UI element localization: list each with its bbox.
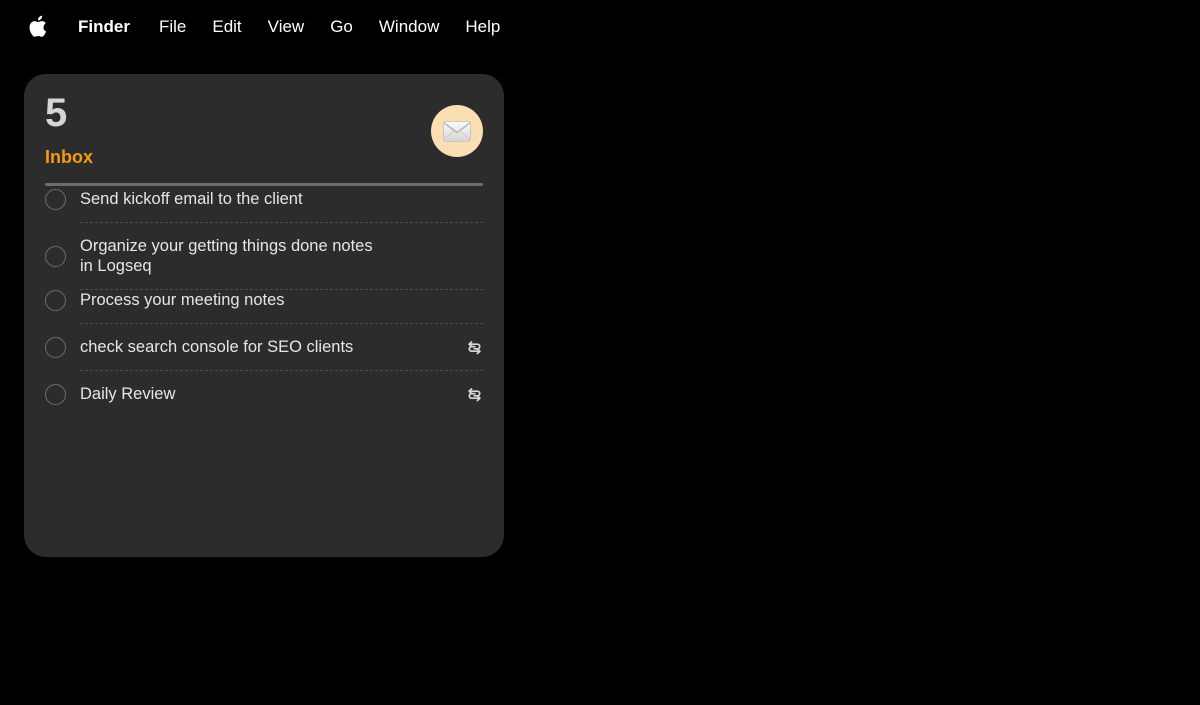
task-label: Process your meeting notes <box>80 290 285 310</box>
task-row[interactable]: Process your meeting notes <box>45 290 483 337</box>
task-row[interactable]: check search console for SEO clients <box>45 337 483 384</box>
task-separator <box>80 370 483 371</box>
task-separator <box>80 323 483 324</box>
menu-bar: Finder File Edit View Go Window Help <box>0 0 1200 52</box>
widget-header: 5 Inbox <box>45 74 483 186</box>
task-row[interactable]: Daily Review <box>45 384 483 431</box>
task-body: Send kickoff email to the client <box>80 189 483 223</box>
task-checkbox[interactable] <box>45 337 66 358</box>
repeat-icon[interactable] <box>465 385 483 403</box>
task-line: Process your meeting notes <box>80 290 483 323</box>
task-line: check search console for SEO clients <box>80 337 483 370</box>
menu-item-window[interactable]: Window <box>379 18 439 35</box>
task-separator <box>80 222 483 223</box>
task-count: 5 <box>45 93 67 133</box>
task-checkbox[interactable] <box>45 189 66 210</box>
task-row[interactable]: Send kickoff email to the client <box>45 189 483 236</box>
header-divider <box>45 183 483 186</box>
task-label: check search console for SEO clients <box>80 337 353 357</box>
inbox-widget[interactable]: 5 Inbox Send kickoff e <box>24 74 504 557</box>
task-body: Process your meeting notes <box>80 290 483 324</box>
menu-item-file[interactable]: File <box>159 18 186 35</box>
task-line: Send kickoff email to the client <box>80 189 483 222</box>
task-checkbox[interactable] <box>45 290 66 311</box>
task-list: Send kickoff email to the client Organize… <box>45 186 483 431</box>
task-body: check search console for SEO clients <box>80 337 483 371</box>
envelope-badge[interactable] <box>431 105 483 157</box>
widget-title: Inbox <box>45 148 93 166</box>
task-row[interactable]: Organize your getting things done notes … <box>45 236 483 290</box>
task-line: Daily Review <box>80 384 483 417</box>
task-line: Organize your getting things done notes … <box>80 236 483 289</box>
task-checkbox[interactable] <box>45 246 66 267</box>
task-label: Send kickoff email to the client <box>80 189 303 209</box>
repeat-icon[interactable] <box>465 338 483 356</box>
task-body: Daily Review <box>80 384 483 418</box>
menu-item-help[interactable]: Help <box>465 18 500 35</box>
menu-item-finder[interactable]: Finder <box>78 18 130 35</box>
task-label: Daily Review <box>80 384 175 404</box>
apple-logo-icon[interactable] <box>26 13 48 39</box>
menu-item-view[interactable]: View <box>268 18 305 35</box>
menu-item-go[interactable]: Go <box>330 18 353 35</box>
task-checkbox[interactable] <box>45 384 66 405</box>
task-body: Organize your getting things done notes … <box>80 236 483 290</box>
task-label: Organize your getting things done notes … <box>80 236 373 276</box>
menu-item-edit[interactable]: Edit <box>212 18 241 35</box>
envelope-icon <box>443 121 471 142</box>
